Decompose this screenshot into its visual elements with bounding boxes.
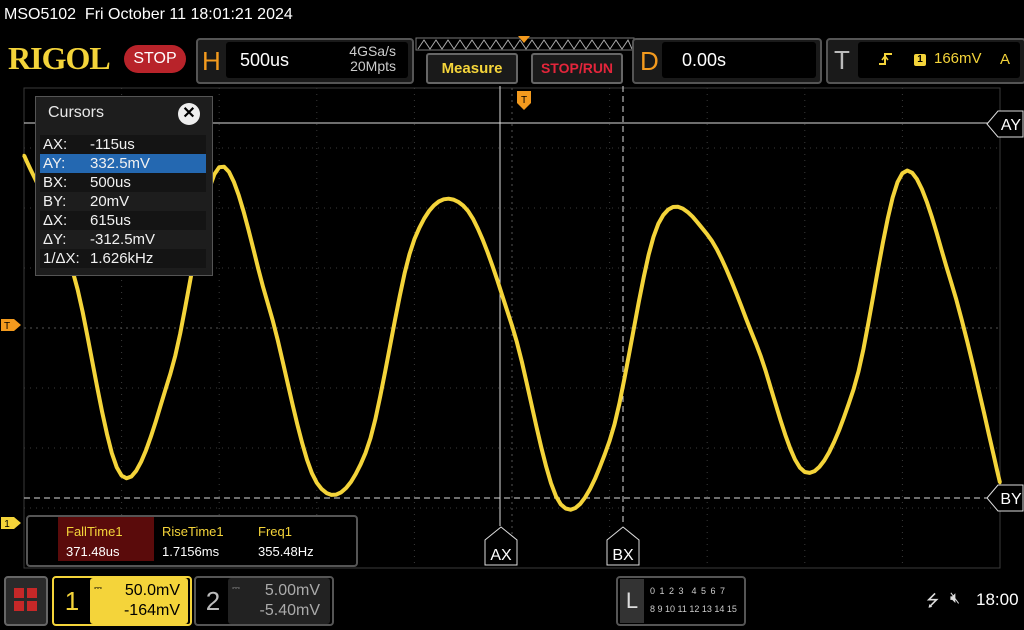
trace-sample-point <box>120 474 124 478</box>
logic-channels-high: 8 9 10 11 12 13 14 15 <box>650 604 737 614</box>
window-title: MSO5102 Fri October 11 18:01:21 2024 <box>4 6 293 23</box>
svg-text:AY: AY <box>1001 117 1021 134</box>
svg-text:BY: BY <box>1000 491 1022 508</box>
trace-sample-point <box>412 237 416 241</box>
ch1-offset: -164mV <box>123 602 180 619</box>
horizontal-panel[interactable]: H 500us 4GSa/s 20Mpts <box>196 38 414 84</box>
ch1-number: 1 <box>58 579 86 623</box>
ch1-readout: ⎓ 50.0mV -164mV <box>90 578 188 624</box>
trace-sample-point <box>705 232 709 236</box>
grid-menu-icon <box>14 588 37 611</box>
logic-channels-low: 0 1 2 3 4 5 6 7 <box>650 586 727 596</box>
ch1-settings[interactable]: 1 ⎓ 50.0mV -164mV <box>52 576 192 626</box>
trace-sample-point <box>656 222 660 226</box>
cursor-bx-label[interactable]: BX <box>606 526 640 566</box>
memory-depth: 20Mpts <box>350 58 396 74</box>
ch2-scale: 5.00mV <box>264 582 320 599</box>
horizontal-readout: 500us 4GSa/s 20Mpts <box>226 42 408 78</box>
cursor-row-inverse-delta-x: 1/ΔX: 1.626kHz <box>40 249 206 268</box>
ch2-offset: -5.40mV <box>259 602 320 619</box>
measurement-value: 371.48us <box>66 544 120 559</box>
dc-coupling-icon: ⎓ <box>94 583 102 594</box>
delay-letter: D <box>640 46 659 76</box>
trace-sample-point <box>900 171 904 175</box>
trigger-panel[interactable]: T 1 166mV A <box>826 38 1024 84</box>
measurement-rise-time[interactable]: RiseTime1 1.7156ms <box>154 517 250 561</box>
trigger-letter: T <box>834 45 850 75</box>
ch2-readout: ⎓ 5.00mV -5.40mV <box>228 578 330 624</box>
trace-sample-point <box>461 204 465 208</box>
measurement-name: RiseTime1 <box>162 524 224 539</box>
run-state-badge[interactable]: STOP <box>124 45 186 73</box>
timebase-value: 500us <box>240 50 290 70</box>
logic-analyzer-panel[interactable]: L 0 1 2 3 4 5 6 7 8 9 10 11 12 13 14 15 <box>616 576 746 626</box>
trace-sample-point <box>22 153 26 157</box>
measurement-bar[interactable]: FallTime1 371.48us RiseTime1 1.7156ms Fr… <box>26 515 358 567</box>
trace-sample-point <box>315 481 319 485</box>
cursor-row-ax[interactable]: AX: -115us <box>40 135 206 154</box>
trigger-level: 166mV <box>934 50 982 67</box>
home-button[interactable] <box>4 576 48 626</box>
horizontal-letter: H <box>202 46 221 76</box>
trigger-readout: 1 166mV A <box>858 42 1020 78</box>
delay-readout: 0.00s <box>662 42 816 78</box>
cursor-by-label[interactable]: BY <box>986 484 1024 512</box>
trace-sample-point <box>559 502 563 506</box>
trace-sample-point <box>608 439 612 443</box>
logic-letter: L <box>620 579 644 623</box>
trace-sample-point <box>217 165 221 169</box>
measure-button[interactable]: Measure <box>426 53 518 84</box>
svg-text:AX: AX <box>490 547 512 564</box>
measurement-value: 355.48Hz <box>258 544 314 559</box>
trigger-position-marker[interactable]: T <box>516 90 532 112</box>
trigger-mode: A <box>1000 51 1011 68</box>
clock: 18:00 <box>976 590 1019 609</box>
svg-text:1: 1 <box>4 519 10 530</box>
ch2-settings[interactable]: 2 ⎓ 5.00mV -5.40mV <box>194 576 334 626</box>
cursor-row-delta-y: ΔY: -312.5mV <box>43 231 156 248</box>
ch2-number: 2 <box>205 586 221 616</box>
svg-text:BX: BX <box>612 547 634 564</box>
dc-coupling-icon: ⎓ <box>232 583 240 594</box>
ch1-scale: 50.0mV <box>124 582 180 599</box>
svg-text:T: T <box>521 95 527 106</box>
cursor-row-by[interactable]: BY: 20mV <box>40 192 206 211</box>
cursor-row-ay[interactable]: AY: 332.5mV <box>40 154 206 173</box>
delay-panel[interactable]: D 0.00s <box>632 38 822 84</box>
trace-sample-point <box>168 372 172 376</box>
ch1-ground-marker[interactable]: 1 <box>0 516 22 530</box>
measurement-name: FallTime1 <box>66 524 123 539</box>
trigger-level-marker[interactable]: T <box>0 318 22 332</box>
trace-sample-point <box>266 302 270 306</box>
usb-icon[interactable]: ⭍ <box>926 590 939 617</box>
sample-info: 4GSa/s 20Mpts <box>349 44 396 74</box>
trace-sample-point <box>510 324 514 328</box>
measurement-name: Freq1 <box>258 524 292 539</box>
brand-logo: RIGOL <box>8 40 111 76</box>
trace-sample-point <box>803 470 807 474</box>
measurement-frequency[interactable]: Freq1 355.48Hz <box>250 517 350 561</box>
trace-sample-point <box>754 342 758 346</box>
speaker-muted-icon[interactable]: 🔇︎ <box>950 590 960 608</box>
trace-sample-point <box>364 451 368 455</box>
memory-position-indicator <box>415 36 635 51</box>
rising-edge-icon <box>879 53 892 65</box>
sample-rate: 4GSa/s <box>349 43 396 59</box>
svg-text:T: T <box>4 321 10 332</box>
cursors-title: Cursors <box>48 104 105 121</box>
close-icon[interactable]: ✕ <box>178 103 200 125</box>
cursor-ay-label[interactable]: AY <box>986 110 1024 138</box>
measurement-fall-time[interactable]: FallTime1 371.48us <box>58 517 154 561</box>
cursor-ax-label[interactable]: AX <box>484 526 518 566</box>
cursor-row-delta-x: ΔX: 615us <box>40 211 206 230</box>
measurement-value: 1.7156ms <box>162 544 220 559</box>
cursors-panel: Cursors ✕ AX: -115us AY: 332.5mV BX: 500us … <box>35 96 213 276</box>
trace-sample-point <box>949 280 953 284</box>
trace-sample-point <box>852 387 856 391</box>
stop-run-button[interactable]: STOP/RUN <box>531 53 623 84</box>
delay-value: 0.00s <box>682 50 727 70</box>
trigger-source-badge: 1 <box>914 54 926 66</box>
cursor-readout-list: AX: -115us AY: 332.5mV BX: 500us BY: 20mV ΔX… <box>40 135 206 268</box>
cursor-row-bx[interactable]: BX: 500us <box>40 173 206 192</box>
